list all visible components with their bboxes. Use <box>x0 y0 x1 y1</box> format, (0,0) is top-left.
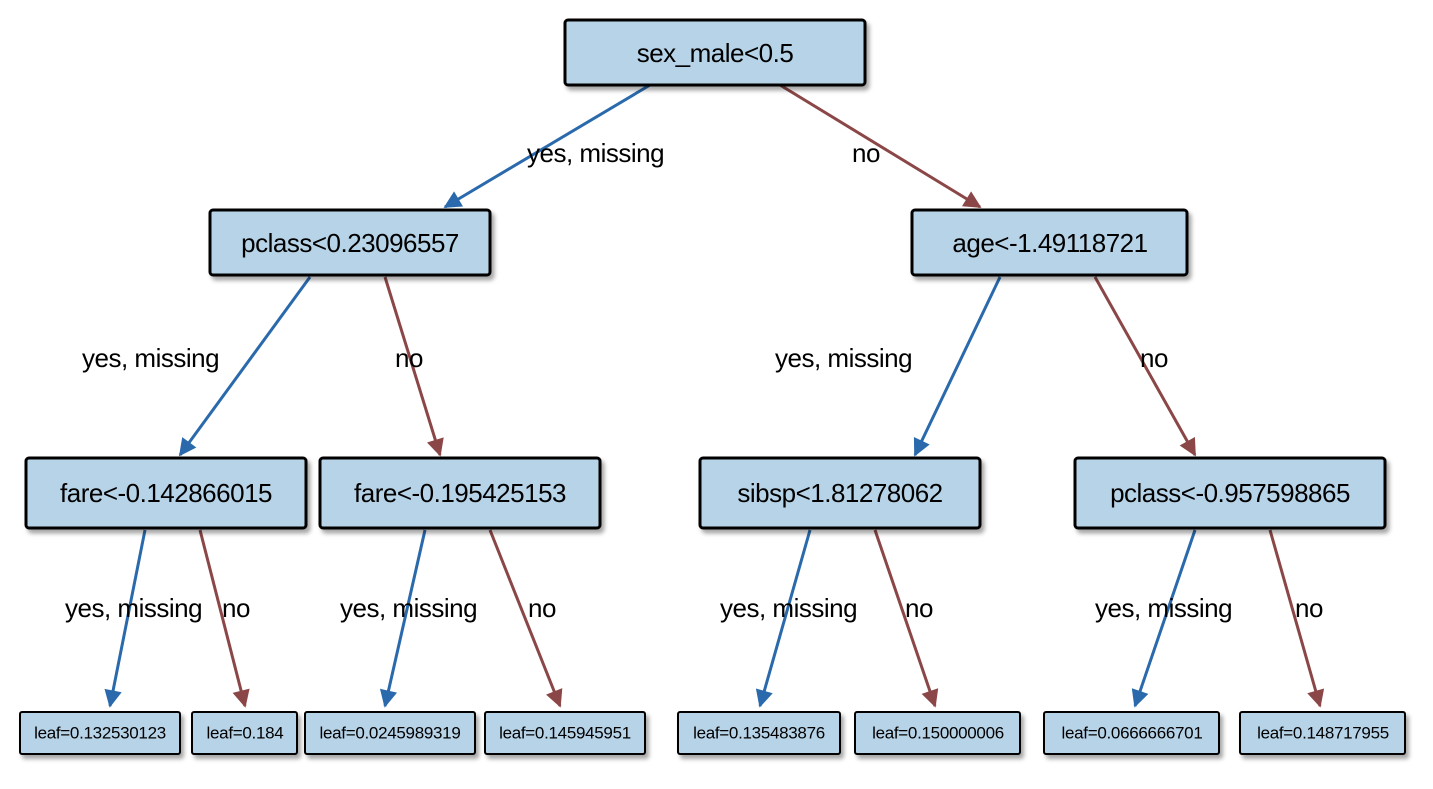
leaf-label: leaf=0.135483876 <box>693 723 825 742</box>
edge-label-n3-yes: yes, missing <box>1095 593 1232 623</box>
tree-leaf-0: leaf=0.132530123 <box>20 712 180 754</box>
leaf-label: leaf=0.132530123 <box>34 723 166 742</box>
tree-leaf-3: leaf=0.145945951 <box>485 712 645 754</box>
tree-node-l2-1: fare<-0.195425153 <box>320 458 600 528</box>
node-label: fare<-0.142866015 <box>60 478 272 508</box>
edge-label-n2-no: no <box>905 593 933 623</box>
edge-l1right-yes <box>915 277 1000 455</box>
node-label: age<-1.49118721 <box>952 228 1147 258</box>
tree-leaf-4: leaf=0.135483876 <box>678 712 840 754</box>
tree-node-l2-3: pclass<-0.957598865 <box>1075 458 1385 528</box>
edge-label-root-no: no <box>852 138 880 168</box>
node-label: sex_male<0.5 <box>637 38 794 68</box>
decision-tree-diagram: yes, missing no yes, missing no yes, mis… <box>0 0 1433 789</box>
tree-leaf-1: leaf=0.184 <box>192 712 297 754</box>
edge-label-n0-yes: yes, missing <box>65 593 202 623</box>
edge-label-l1left-yes: yes, missing <box>82 343 219 373</box>
tree-node-root: sex_male<0.5 <box>565 20 865 85</box>
edge-label-n1-yes: yes, missing <box>340 593 477 623</box>
leaf-label: leaf=0.148717955 <box>1257 723 1389 742</box>
leaf-label: leaf=0.145945951 <box>499 723 631 742</box>
node-label: pclass<0.23096557 <box>241 228 459 258</box>
node-label: fare<-0.195425153 <box>354 478 566 508</box>
tree-node-l2-2: sibsp<1.81278062 <box>700 458 980 528</box>
edge-label-root-yes: yes, missing <box>527 138 664 168</box>
leaf-label: leaf=0.150000006 <box>872 723 1004 742</box>
edge-label-n3-no: no <box>1295 593 1323 623</box>
edge-label-l1left-no: no <box>395 343 423 373</box>
leaf-label: leaf=0.184 <box>207 723 284 742</box>
leaf-label: leaf=0.0666666701 <box>1062 723 1203 742</box>
leaf-label: leaf=0.0245989319 <box>320 723 461 742</box>
tree-leaf-7: leaf=0.148717955 <box>1240 712 1405 754</box>
edge-label-l1right-yes: yes, missing <box>775 343 912 373</box>
tree-leaf-2: leaf=0.0245989319 <box>305 712 475 754</box>
node-label: sibsp<1.81278062 <box>737 478 942 508</box>
edge-label-n0-no: no <box>222 593 250 623</box>
edge-label-n1-no: no <box>528 593 556 623</box>
tree-node-l1-right: age<-1.49118721 <box>912 210 1187 275</box>
tree-node-l2-0: fare<-0.142866015 <box>26 458 306 528</box>
tree-leaf-5: leaf=0.150000006 <box>855 712 1020 754</box>
tree-leaf-6: leaf=0.0666666701 <box>1044 712 1219 754</box>
edge-root-no <box>780 85 980 207</box>
tree-node-l1-left: pclass<0.23096557 <box>210 210 490 275</box>
edge-label-n2-yes: yes, missing <box>720 593 857 623</box>
node-label: pclass<-0.957598865 <box>1110 478 1350 508</box>
edge-label-l1right-no: no <box>1140 343 1168 373</box>
